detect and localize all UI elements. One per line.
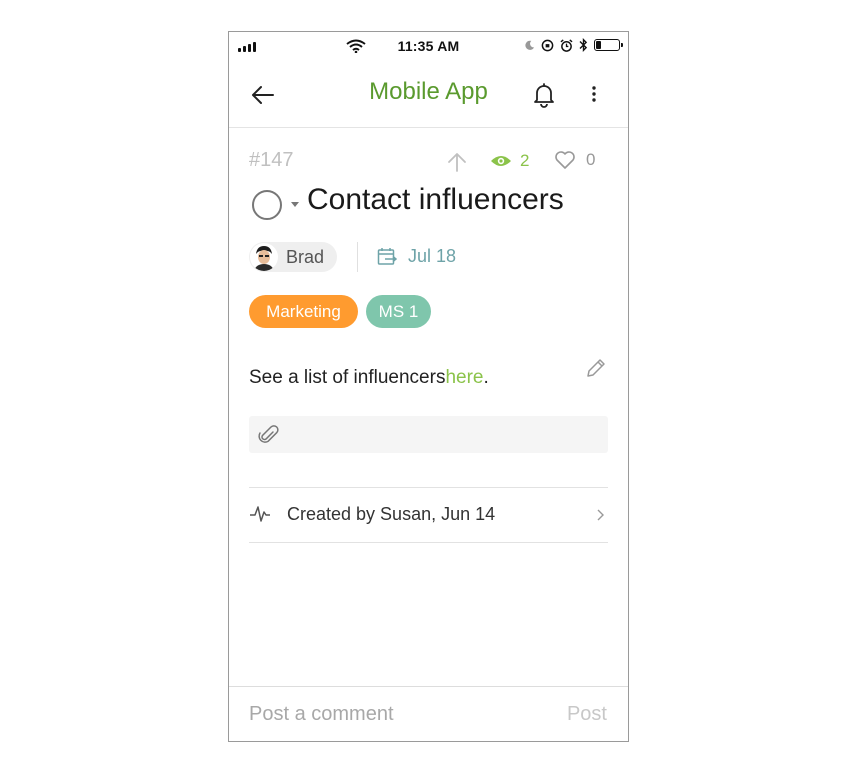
orientation-lock-icon (541, 39, 554, 51)
assignee-name: Brad (286, 246, 325, 267)
status-bar: 11:35 AM (229, 32, 628, 62)
heart-icon (555, 151, 575, 169)
avatar (250, 243, 278, 271)
phone-screen: 11:35 AM Mobile App #147 2 0 Contact inf… (228, 31, 629, 742)
header-bar: Mobile App (229, 62, 628, 128)
like-button[interactable]: 0 (554, 150, 595, 170)
paperclip-icon (258, 425, 279, 443)
task-id: #147 (249, 149, 294, 171)
status-dropdown-caret-icon[interactable] (291, 202, 299, 207)
assignee-chip[interactable]: Brad (249, 242, 337, 272)
task-description: See a list of influencershere. (249, 367, 489, 389)
alarm-icon (560, 38, 573, 52)
description-text: See a list of influencers (249, 367, 446, 388)
views-counter[interactable]: 2 (490, 151, 529, 171)
due-date[interactable]: Jul 18 (377, 246, 456, 267)
attachments-bar[interactable] (249, 416, 608, 453)
battery-icon (594, 39, 623, 51)
post-button[interactable]: Post (567, 703, 607, 726)
comment-input[interactable] (249, 703, 529, 726)
back-button[interactable] (249, 82, 277, 108)
moon-icon (525, 40, 535, 50)
pencil-icon (587, 359, 605, 377)
description-link[interactable]: here (445, 367, 483, 388)
divider (249, 542, 608, 543)
page-title: Mobile App (369, 78, 488, 105)
task-status-toggle[interactable] (252, 190, 282, 220)
due-date-text: Jul 18 (408, 246, 457, 266)
divider (357, 242, 358, 272)
more-options-button[interactable] (585, 80, 603, 108)
tag-ms-1[interactable]: MS 1 (366, 295, 431, 328)
calendar-arrow-icon (377, 248, 397, 265)
tag-marketing[interactable]: Marketing (249, 295, 358, 328)
activity-text: Created by Susan, Jun 14 (287, 504, 496, 524)
task-title[interactable]: Contact influencers (307, 183, 564, 217)
notifications-button[interactable] (530, 80, 558, 108)
bell-icon (534, 83, 554, 108)
edit-description-button[interactable] (585, 357, 607, 379)
comment-composer: Post (229, 686, 628, 741)
eye-icon (491, 156, 511, 166)
vertical-dots-icon (592, 86, 596, 102)
activity-row[interactable]: Created by Susan, Jun 14 (249, 487, 608, 542)
activity-pulse-icon (250, 506, 270, 522)
arrow-up-icon (448, 153, 466, 172)
status-icons (524, 38, 623, 52)
bluetooth-icon (579, 38, 588, 52)
views-count: 2 (520, 151, 530, 170)
chevron-right-icon (597, 509, 604, 521)
description-suffix: . (483, 367, 489, 388)
upvote-button[interactable] (446, 151, 468, 173)
arrow-left-icon (252, 86, 274, 104)
likes-count: 0 (586, 150, 596, 169)
